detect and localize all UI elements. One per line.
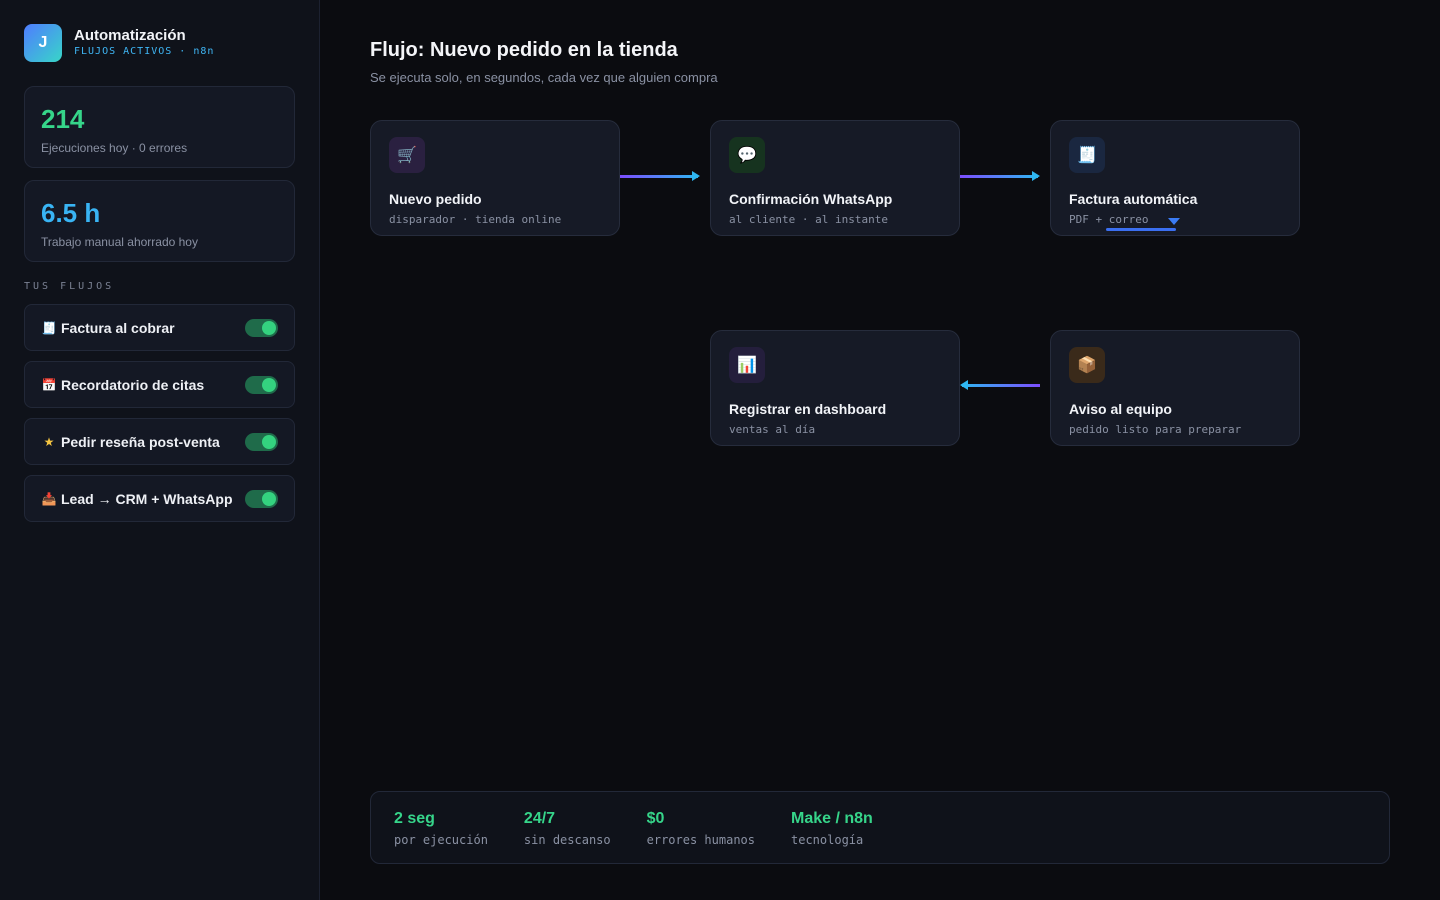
- metric-value: 24/7: [523, 809, 556, 827]
- brand-subtitle: FLUJOS ACTIVOS · n8n: [74, 46, 215, 57]
- page-subtitle: Se ejecuta solo, en segundos, cada vez q…: [370, 70, 718, 85]
- node-subtitle: pedido listo para preparar: [1069, 423, 1242, 436]
- toggle-knob: [262, 434, 276, 449]
- node-title: Nuevo pedido: [389, 191, 482, 207]
- flow-item-recordatorio[interactable]: 📅 Recordatorio de citas: [24, 361, 295, 408]
- metric-label: por ejecución: [394, 832, 488, 847]
- toggle-knob: [262, 491, 276, 506]
- flow-item-label: Factura al cobrar: [61, 319, 175, 336]
- stat-card-saved-time: 6.5 h Trabajo manual ahorrado hoy: [24, 180, 295, 262]
- flow-item-content: 🧾 Factura al cobrar: [41, 320, 175, 336]
- node-aviso[interactable]: 📦 Aviso al equipo pedido listo para prep…: [1050, 330, 1300, 446]
- brand-logo: J: [24, 24, 62, 62]
- brand-text: Automatización FLUJOS ACTIVOS · n8n: [74, 27, 214, 59]
- receipt-icon: 🧾: [1069, 137, 1105, 173]
- metric-value: Make / n8n: [791, 809, 873, 827]
- stat-value: 6.5 h: [41, 198, 101, 228]
- connector-arrow-right: [960, 171, 1040, 181]
- metric-value: $0: [646, 809, 665, 827]
- flow-toggle[interactable]: [245, 432, 278, 451]
- metrics-bar: 2 seg por ejecución 24/7 sin descanso $0…: [370, 791, 1390, 864]
- page-title: Flujo: Nuevo pedido en la tienda: [370, 39, 678, 61]
- metric-label: tecnología: [791, 832, 864, 847]
- node-nuevo-pedido[interactable]: 🛒 Nuevo pedido disparador · tienda onlin…: [370, 120, 620, 236]
- node-subtitle: al cliente · al instante: [729, 213, 888, 226]
- node-subtitle: ventas al día: [729, 423, 816, 436]
- calendar-icon: 📅: [41, 377, 57, 392]
- connector-arrow-down: [1106, 218, 1180, 232]
- stat-value: 214: [41, 104, 85, 134]
- stat-card-executions: 214 Ejecuciones hoy · 0 errores: [24, 86, 295, 168]
- metric-label: sin descanso: [523, 832, 611, 847]
- metric-label: errores humanos: [646, 832, 755, 847]
- flow-item-lead[interactable]: 📥 Lead → CRM + WhatsApp: [24, 475, 295, 522]
- stat-label: Trabajo manual ahorrado hoy: [41, 235, 198, 249]
- node-whatsapp[interactable]: 💬 Confirmación WhatsApp al cliente · al …: [710, 120, 960, 236]
- metric-technology: Make / n8n tecnología: [791, 809, 873, 847]
- node-subtitle: disparador · tienda online: [389, 213, 562, 226]
- flow-toggle[interactable]: [245, 489, 278, 508]
- inbox-icon: 📥: [41, 491, 57, 506]
- package-icon: 📦: [1069, 347, 1105, 383]
- brand-title: Automatización: [74, 27, 186, 44]
- flow-item-label: Lead → CRM + WhatsApp: [61, 490, 233, 507]
- flow-item-resena[interactable]: ★ Pedir reseña post-venta: [24, 418, 295, 465]
- connector-arrow-right: [620, 171, 700, 181]
- metric-errors: $0 errores humanos: [647, 809, 755, 847]
- metric-value: 2 seg: [394, 809, 435, 827]
- node-title: Registrar en dashboard: [729, 401, 887, 417]
- toggle-knob: [262, 320, 276, 335]
- node-dashboard[interactable]: 📊 Registrar en dashboard ventas al día: [710, 330, 960, 446]
- stat-label: Ejecuciones hoy · 0 errores: [41, 141, 188, 155]
- flow-toggle[interactable]: [245, 375, 278, 394]
- cart-icon: 🛒: [389, 137, 425, 173]
- sidebar: J Automatización FLUJOS ACTIVOS · n8n 21…: [0, 0, 320, 900]
- node-title: Aviso al equipo: [1069, 401, 1172, 417]
- receipt-icon: 🧾: [41, 320, 57, 335]
- brand: J Automatización FLUJOS ACTIVOS · n8n: [24, 24, 214, 62]
- connector-arrow-left: [960, 380, 1040, 390]
- section-label-flows: TUS FLUJOS: [24, 281, 115, 292]
- flow-item-label: Recordatorio de citas: [61, 376, 205, 393]
- chat-icon: 💬: [729, 137, 765, 173]
- flow-toggle[interactable]: [245, 318, 278, 337]
- flow-item-factura[interactable]: 🧾 Factura al cobrar: [24, 304, 295, 351]
- metric-availability: 24/7 sin descanso: [524, 809, 611, 847]
- chart-icon: 📊: [729, 347, 765, 383]
- node-title: Factura automática: [1069, 191, 1198, 207]
- toggle-knob: [262, 377, 276, 392]
- flow-item-content: 📅 Recordatorio de citas: [41, 376, 205, 393]
- arrow-down-icon: [1168, 218, 1180, 225]
- star-icon: ★: [43, 434, 55, 449]
- connector-line: [1106, 228, 1176, 231]
- metric-speed: 2 seg por ejecución: [394, 809, 488, 847]
- flow-item-label: Pedir reseña post-venta: [61, 433, 220, 450]
- flow-item-content: 📥 Lead → CRM + WhatsApp: [41, 491, 233, 507]
- flow-item-content: ★ Pedir reseña post-venta: [41, 434, 220, 450]
- node-title: Confirmación WhatsApp: [729, 191, 893, 207]
